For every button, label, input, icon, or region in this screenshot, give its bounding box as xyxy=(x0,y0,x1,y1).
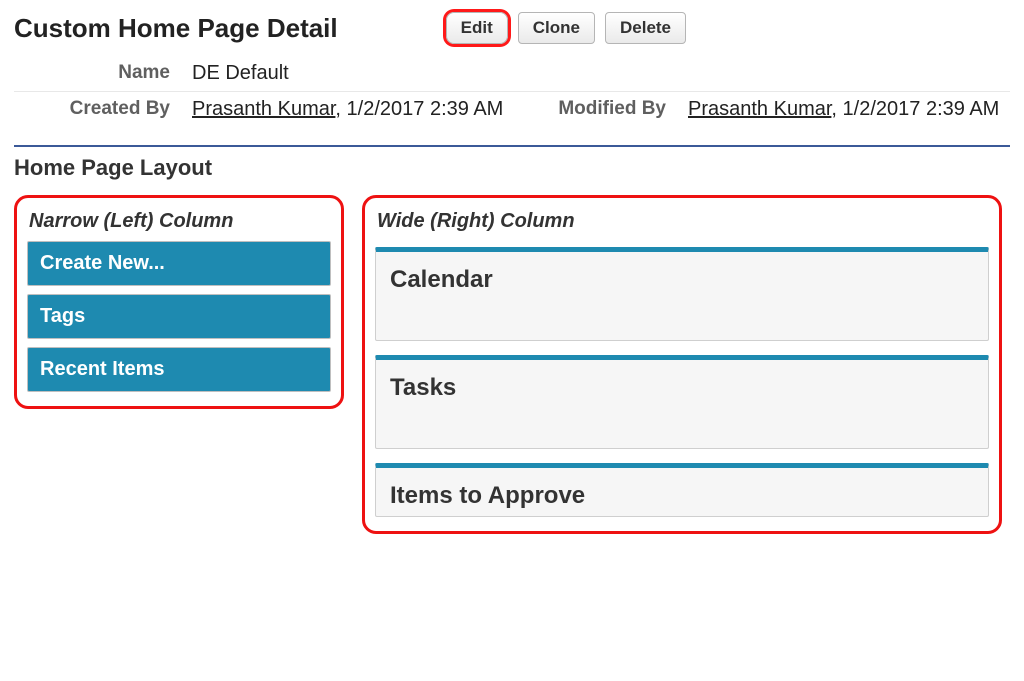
page-title: Custom Home Page Detail xyxy=(14,13,338,44)
created-by-link[interactable]: Prasanth Kumar xyxy=(192,98,335,120)
wide-column: Wide (Right) Column Calendar Tasks Items… xyxy=(362,195,1002,534)
narrow-column: Narrow (Left) Column Create New... Tags … xyxy=(14,195,344,409)
narrow-item[interactable]: Create New... xyxy=(27,241,331,286)
home-page-layout: Narrow (Left) Column Create New... Tags … xyxy=(14,195,1010,534)
record-detail: Name DE Default Created By Prasanth Kuma… xyxy=(14,56,1010,127)
modified-by-label: Modified By xyxy=(538,98,688,121)
wide-item[interactable]: Items to Approve xyxy=(375,463,989,517)
edit-button[interactable]: Edit xyxy=(446,12,508,44)
clone-button[interactable]: Clone xyxy=(518,12,595,44)
delete-button[interactable]: Delete xyxy=(605,12,686,44)
action-buttons: Edit Clone Delete xyxy=(446,12,686,44)
narrow-item[interactable]: Tags xyxy=(27,294,331,339)
created-by-value: Prasanth Kumar, 1/2/2017 2:39 AM xyxy=(192,98,503,121)
wide-column-heading: Wide (Right) Column xyxy=(377,210,987,233)
wide-item[interactable]: Tasks xyxy=(375,355,989,449)
narrow-item[interactable]: Recent Items xyxy=(27,347,331,392)
modified-by-link[interactable]: Prasanth Kumar xyxy=(688,98,831,120)
wide-item[interactable]: Calendar xyxy=(375,247,989,341)
modified-by-value: Prasanth Kumar, 1/2/2017 2:39 AM xyxy=(688,98,999,121)
section-divider xyxy=(14,145,1010,147)
modified-by-timestamp: , 1/2/2017 2:39 AM xyxy=(831,98,999,120)
narrow-column-heading: Narrow (Left) Column xyxy=(29,210,329,233)
created-by-label: Created By xyxy=(22,98,192,121)
section-title: Home Page Layout xyxy=(14,155,1010,181)
name-value: DE Default xyxy=(192,62,289,85)
created-by-timestamp: , 1/2/2017 2:39 AM xyxy=(335,98,503,120)
name-label: Name xyxy=(22,62,192,85)
